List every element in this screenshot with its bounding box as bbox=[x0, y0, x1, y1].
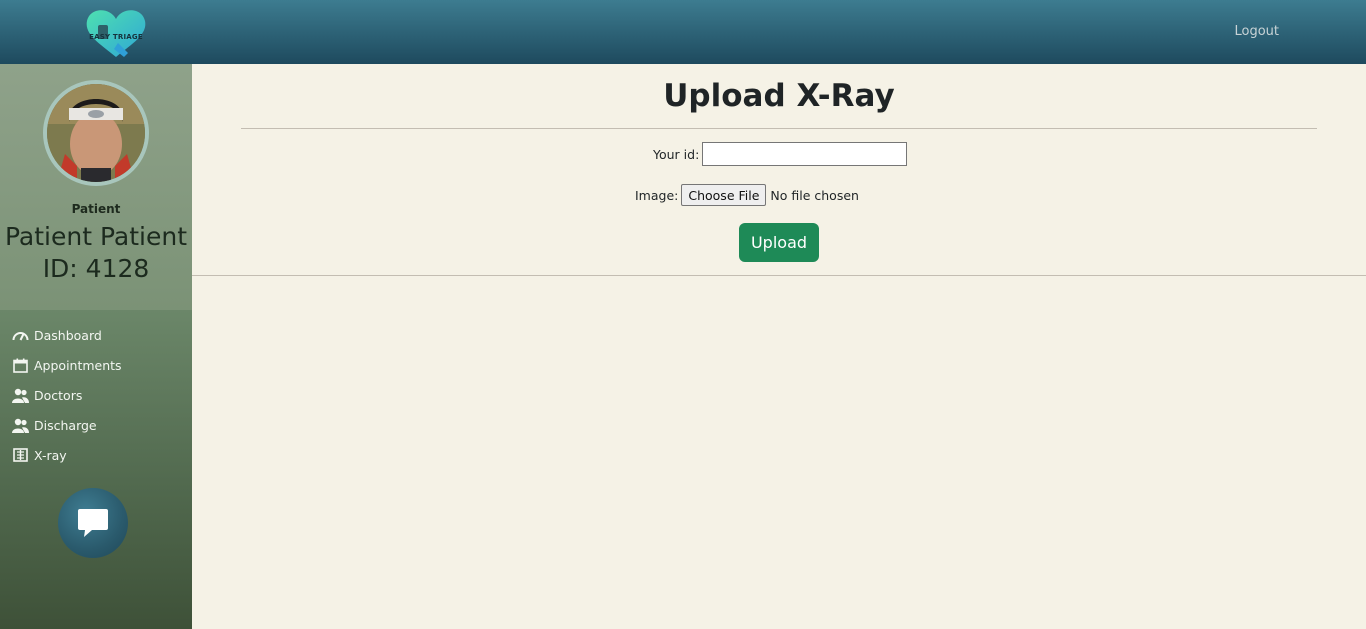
profile-panel: Patient Patient Patient ID: 4128 bbox=[0, 64, 192, 310]
sidebar-item-doctors[interactable]: Doctors bbox=[0, 380, 192, 410]
sidebar-item-dashboard[interactable]: Dashboard bbox=[0, 320, 192, 350]
divider bbox=[192, 275, 1366, 276]
main-content: Upload X-Ray Your id: Image: Choose File… bbox=[192, 64, 1366, 629]
id-input[interactable] bbox=[702, 142, 908, 166]
patient-id: ID: 4128 bbox=[42, 254, 150, 283]
user-role: Patient bbox=[71, 202, 121, 216]
chat-button[interactable] bbox=[58, 488, 128, 558]
sidebar-item-label: Discharge bbox=[34, 417, 97, 433]
logout-link[interactable]: Logout bbox=[1234, 24, 1279, 39]
users-icon bbox=[12, 417, 29, 434]
page-title: Upload X-Ray bbox=[663, 78, 895, 114]
chat-bubble-icon bbox=[78, 509, 108, 537]
image-label: Image: bbox=[635, 187, 679, 203]
users-icon bbox=[12, 387, 29, 404]
calendar-icon bbox=[12, 357, 29, 374]
sidebar: Patient Patient Patient ID: 4128 Dashboa… bbox=[0, 64, 192, 629]
sidebar-item-label: Appointments bbox=[34, 357, 122, 373]
sidebar-item-discharge[interactable]: Discharge bbox=[0, 410, 192, 440]
divider bbox=[241, 128, 1317, 129]
sidebar-nav: Dashboard Appointments Doctors Discharge… bbox=[0, 320, 192, 470]
speedometer-icon bbox=[12, 327, 29, 344]
sidebar-item-label: X-ray bbox=[34, 447, 67, 463]
logo-text: EASY TRIAGE bbox=[89, 33, 143, 41]
sidebar-item-label: Doctors bbox=[34, 387, 83, 403]
avatar-photo bbox=[47, 84, 145, 182]
choose-file-button[interactable]: Choose File bbox=[681, 184, 767, 206]
sidebar-item-xray[interactable]: X-ray bbox=[0, 440, 192, 470]
id-row: Your id: bbox=[653, 142, 908, 166]
easy-triage-logo[interactable]: EASY TRIAGE bbox=[84, 5, 148, 61]
image-row: Image: Choose File No file chosen bbox=[635, 184, 859, 206]
sidebar-item-label: Dashboard bbox=[34, 327, 102, 343]
patient-name: Patient Patient bbox=[4, 222, 188, 251]
avatar bbox=[43, 80, 149, 186]
top-bar: EASY TRIAGE Logout bbox=[0, 0, 1366, 64]
upload-button[interactable]: Upload bbox=[739, 223, 819, 262]
sidebar-item-appointments[interactable]: Appointments bbox=[0, 350, 192, 380]
xray-icon bbox=[12, 447, 29, 464]
id-label: Your id: bbox=[653, 146, 700, 162]
file-status: No file chosen bbox=[770, 187, 859, 203]
